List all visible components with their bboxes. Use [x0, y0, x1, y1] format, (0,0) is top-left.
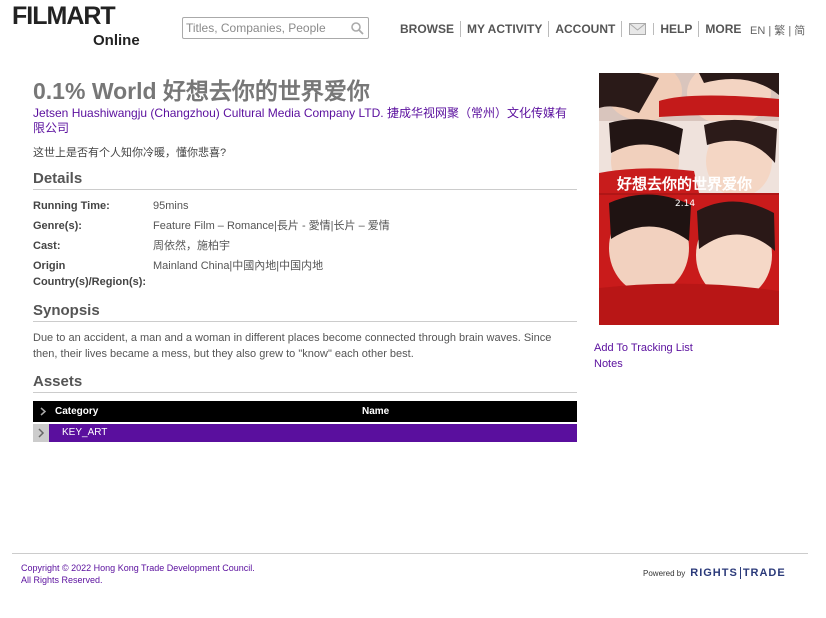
notes-link[interactable]: Notes — [594, 358, 623, 370]
detail-label-origin: Origin Country(s)/Region(s): — [33, 260, 147, 288]
footer-divider — [12, 553, 808, 554]
column-header-category[interactable]: Category — [55, 406, 98, 417]
tagline: 这世上是否有个人知你冷暖，懂你悲喜? — [33, 147, 227, 159]
assets-table-header: Category Name — [33, 401, 577, 422]
assets-heading: Assets — [33, 373, 577, 393]
nav-account[interactable]: ACCOUNT — [549, 21, 623, 37]
row-expander[interactable] — [33, 424, 49, 442]
envelope-icon — [629, 23, 647, 35]
assets-table: Category Name KEY_ART — [33, 401, 577, 442]
poster-artwork: 好想去你的世界爱你 2.14 — [599, 73, 779, 325]
movie-poster-image: 好想去你的世界爱你 2.14 — [599, 73, 779, 325]
nav-more[interactable]: MORE — [699, 21, 747, 37]
lang-simplified[interactable]: 简 — [794, 25, 805, 37]
copyright-line-1: Copyright © 2022 Hong Kong Trade Develop… — [21, 563, 255, 573]
detail-value-running-time: 95mins — [153, 200, 189, 212]
page-title: 0.1% World 好想去你的世界爱你 — [33, 78, 370, 104]
synopsis-text: Due to an accident, a man and a woman in… — [33, 332, 552, 360]
language-switcher: EN | 繁 | 简 — [750, 25, 806, 37]
poster-title-text: 好想去你的世界爱你 — [616, 175, 752, 193]
detail-value-cast: 周依然，施柏宇 — [153, 240, 230, 252]
logo-main-text: FILMART — [12, 2, 116, 30]
detail-label-cast: Cast: — [33, 240, 61, 252]
detail-value-genre: Feature Film – Romance|長片 - 愛情|长片 – 爱情 — [153, 220, 390, 232]
powered-by-rightstrade[interactable]: Powered by RIGHTS TRADE — [643, 567, 786, 579]
add-to-tracking-list-link[interactable]: Add To Tracking List — [594, 342, 693, 354]
poster-date-text: 2.14 — [675, 199, 695, 209]
nav-browse[interactable]: BROWSE — [396, 21, 461, 37]
search-input[interactable] — [186, 20, 346, 36]
powered-by-label: Powered by — [643, 569, 686, 578]
nav-my-activity[interactable]: MY ACTIVITY — [461, 21, 550, 37]
detail-value-origin: Mainland China|中國內地|中国内地 — [153, 260, 324, 272]
search-icon[interactable] — [350, 21, 364, 35]
chevron-right-icon — [38, 428, 45, 438]
brand-rights: RIGHTS — [690, 567, 738, 579]
chevron-right-icon[interactable] — [39, 407, 47, 416]
brand-trade: TRADE — [739, 567, 786, 579]
synopsis-heading: Synopsis — [33, 302, 577, 322]
nav-help[interactable]: HELP — [654, 21, 700, 37]
details-heading: Details — [33, 170, 577, 190]
nav-messages[interactable] — [622, 23, 655, 35]
lang-traditional[interactable]: 繁 — [774, 25, 785, 37]
copyright-line-2: All Rights Reserved. — [21, 575, 103, 585]
copyright-text: Copyright © 2022 Hong Kong Trade Develop… — [21, 562, 255, 586]
filmart-logo[interactable]: FILMART Online — [12, 2, 144, 50]
detail-label-genre: Genre(s): — [33, 220, 82, 232]
header: FILMART Online BROWSE MY ACTIVITY ACCOUN… — [0, 0, 826, 60]
cell-category: KEY_ART — [62, 427, 108, 438]
company-link[interactable]: Jetsen Huashiwangju (Changzhou) Cultural… — [33, 106, 578, 136]
table-row[interactable]: KEY_ART — [33, 424, 577, 442]
logo-sub-text: Online — [93, 32, 140, 49]
lang-en[interactable]: EN — [750, 25, 765, 37]
detail-label-running-time: Running Time: — [33, 200, 110, 212]
column-header-name[interactable]: Name — [362, 406, 389, 417]
top-nav: BROWSE MY ACTIVITY ACCOUNT HELP MORE — [396, 21, 747, 37]
search-box — [182, 17, 369, 39]
